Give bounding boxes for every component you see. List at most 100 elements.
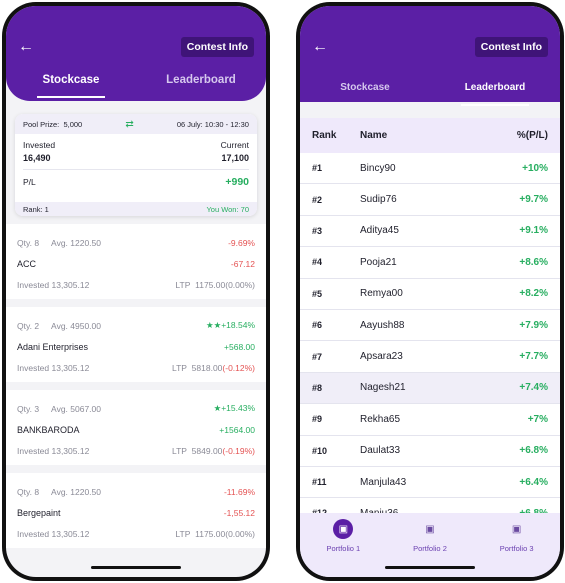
row-name: Remya00 <box>360 288 403 300</box>
right-phone: ← Contest Info Stockcase Leaderboard Ran… <box>296 2 564 581</box>
briefcase-icon: ▣ <box>425 523 435 535</box>
leaderboard-screen: ← Contest Info Stockcase Leaderboard Ran… <box>300 6 560 577</box>
pl-label: P/L <box>23 177 36 187</box>
ltp-label: LTP <box>171 362 187 373</box>
divider <box>23 169 249 170</box>
home-indicator[interactable] <box>385 566 475 569</box>
header: ← Contest Info Stockcase Leaderboard <box>300 6 560 102</box>
ltp-label: LTP <box>175 528 191 539</box>
leaderboard-row[interactable]: #1 Bincy90 +10% <box>300 153 560 185</box>
holding-card[interactable]: Qty. 3 Avg. 5067.00 ★+15.43% BANKBARODA +… <box>6 390 266 465</box>
leaderboard-row[interactable]: #4 Pooja21 +8.6% <box>300 247 560 279</box>
current-label: Current <box>220 140 249 150</box>
contest-info-button[interactable]: Contest Info <box>180 37 254 57</box>
row-pl: +9.1% <box>519 225 548 237</box>
holding-name: ACC <box>17 258 37 269</box>
nav-portfolio-3[interactable]: ▣ Portfolio 3 <box>477 519 557 577</box>
leaderboard-row[interactable]: #2 Sudip76 +9.7% <box>300 184 560 216</box>
row-name: Nagesh21 <box>360 382 406 394</box>
leaderboard-row[interactable]: #7 Apsara23 +7.7% <box>300 341 560 373</box>
ltp-value: 1175.00 <box>195 528 226 539</box>
holding-invested: Invested 13,305.12 <box>17 528 90 539</box>
holding-qty: Qty. 8 <box>17 486 40 497</box>
holding-avg: Avg. 1220.50 <box>51 237 101 248</box>
tab-leaderboard[interactable]: Leaderboard <box>136 74 266 98</box>
row-pl: +8.6% <box>519 256 548 268</box>
holding-qty: Qty. 2 <box>17 320 40 331</box>
ltp-value: 5849.00 <box>191 445 223 456</box>
holding-pct: +15.43% <box>221 403 255 413</box>
row-name: Bincy90 <box>360 162 396 174</box>
ltp-value: 5818.00 <box>191 362 223 373</box>
pool-prize-bar: Pool Prize: 5,000 ⇄ 06 July: 10:30 - 12:… <box>15 114 257 134</box>
leaderboard-header: Rank Name %(P/L) <box>300 118 560 153</box>
row-rank: #6 <box>312 320 323 331</box>
row-rank: #8 <box>312 382 323 393</box>
leaderboard-row-highlighted[interactable]: #8 Nagesh21 +7.4% <box>300 372 560 405</box>
row-pl: +7.4% <box>519 382 548 394</box>
contest-info-button[interactable]: Contest Info <box>474 37 548 57</box>
stockcase-screen: ← Contest Info Stockcase Leaderboard Poo… <box>6 6 266 577</box>
leaderboard-row[interactable]: #9 Rekha65 +7% <box>300 404 560 436</box>
row-name: Apsara23 <box>360 351 403 363</box>
tab-leaderboard[interactable]: Leaderboard <box>430 82 560 106</box>
invested-label: Invested <box>23 140 56 150</box>
pl-value: +990 <box>225 176 249 188</box>
tab-stockcase[interactable]: Stockcase <box>300 82 430 106</box>
ltp-change: (0.00%) <box>225 528 255 539</box>
row-rank: #2 <box>312 194 323 205</box>
holding-invested: Invested 13,305.12 <box>17 362 90 373</box>
holding-card[interactable]: Qty. 8 Avg. 1220.50 -11.69% Bergepaint -1… <box>6 473 266 548</box>
ltp-change: (-0.12%) <box>222 362 255 373</box>
row-name: Manjula43 <box>360 476 407 488</box>
leaderboard-row[interactable]: #3 Aditya45 +9.1% <box>300 215 560 248</box>
row-pl: +8.2% <box>519 288 548 300</box>
row-name: Aayush88 <box>360 319 405 331</box>
holding-invested: Invested 13,305.12 <box>17 279 90 290</box>
tab-bar: Stockcase Leaderboard <box>6 74 266 98</box>
holding-qty: Qty. 3 <box>17 403 40 414</box>
contest-date-time: 06 July: 10:30 - 12:30 <box>176 119 249 129</box>
rank-bar: Rank: 1 You Won: 70 <box>15 202 257 216</box>
ltp-value: 1175.00 <box>195 279 226 290</box>
row-pl: +10% <box>522 162 548 174</box>
holding-avg: Avg. 5067.00 <box>51 403 101 414</box>
leaderboard-row[interactable]: #5 Remya00 +8.2% <box>300 278 560 310</box>
holding-avg: Avg. 1220.50 <box>51 486 101 497</box>
rank-text: Rank: 1 <box>23 204 49 214</box>
tab-bar: Stockcase Leaderboard <box>300 82 560 106</box>
nav-label: Portfolio 2 <box>413 544 447 553</box>
holding-invested: Invested 13,305.12 <box>17 445 90 456</box>
holding-change: -67.12 <box>230 258 255 269</box>
nav-portfolio-1[interactable]: ▣ Portfolio 1 <box>303 519 383 577</box>
leaderboard-row[interactable]: #10 Daulat33 +6.8% <box>300 435 560 467</box>
row-rank: #9 <box>312 414 323 425</box>
holding-qty: Qty. 8 <box>17 237 40 248</box>
leaderboard-row[interactable]: #11 Manjula43 +6.4% <box>300 466 560 499</box>
row-rank: #5 <box>312 288 323 299</box>
row-name: Daulat33 <box>360 445 401 457</box>
tab-stockcase[interactable]: Stockcase <box>6 74 136 98</box>
holding-card[interactable]: Qty. 8 Avg. 1220.50 -9.69% ACC -67.12 Inv… <box>6 224 266 299</box>
ltp-change: (0.00%) <box>225 279 255 290</box>
ltp-change: (-0.19%) <box>222 445 255 456</box>
row-rank: #10 <box>312 445 328 456</box>
won-text: You Won: 70 <box>206 204 249 214</box>
back-arrow-icon[interactable]: ← <box>312 38 330 56</box>
current-value: 17,100 <box>221 153 249 163</box>
leaderboard-row[interactable]: #6 Aayush88 +7.9% <box>300 309 560 342</box>
holding-card[interactable]: Qty. 2 Avg. 4950.00 ★★+18.54% Adani Enter… <box>6 307 266 382</box>
holding-pct: -9.69% <box>228 237 255 248</box>
star-icon: ★★ <box>205 320 222 330</box>
back-arrow-icon[interactable]: ← <box>18 38 36 56</box>
holdings-list: Qty. 8 Avg. 1220.50 -9.69% ACC -67.12 Inv… <box>6 224 266 556</box>
swap-arrows-icon: ⇄ <box>125 118 134 130</box>
row-rank: #11 <box>312 477 327 488</box>
home-indicator[interactable] <box>91 566 181 569</box>
name-column-header: Name <box>360 130 388 141</box>
row-pl: +6.8% <box>519 445 548 457</box>
holding-name: Adani Enterprises <box>17 341 89 352</box>
row-name: Sudip76 <box>360 194 397 206</box>
leaderboard-list: #1 Bincy90 +10% #2 Sudip76 +9.7% #3 Aditya45 +… <box>300 153 560 530</box>
row-rank: #1 <box>312 163 323 174</box>
